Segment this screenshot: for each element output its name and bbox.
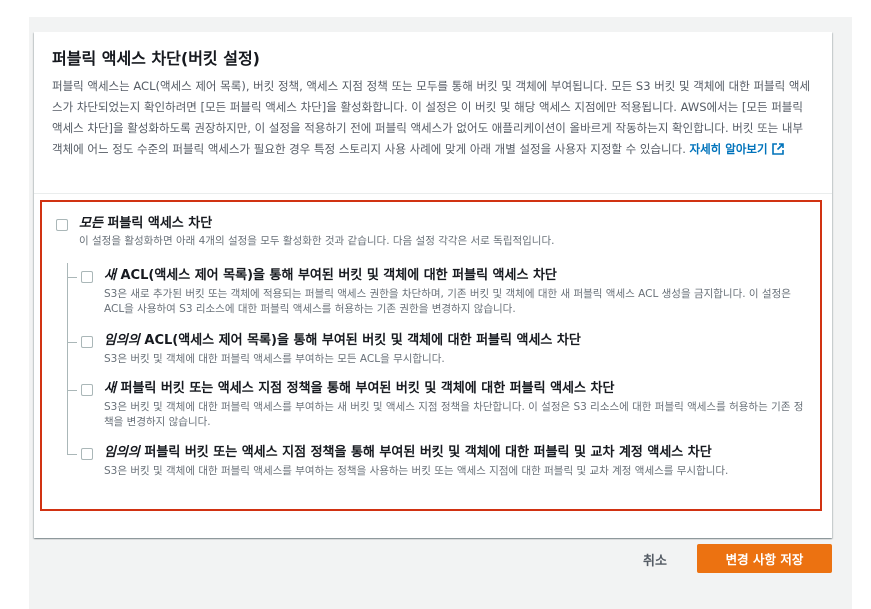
tree-branch-4 (67, 454, 77, 455)
block-new-acl-label: 새 ACL(액세스 제어 목록)을 통해 부여된 버킷 및 객체에 대한 퍼블릭… (104, 267, 557, 285)
options-tree-line (67, 263, 68, 454)
option-3-title-text: 퍼블릭 버킷 또는 액세스 지점 정책을 통해 부여된 버킷 및 객체에 대한 … (115, 381, 615, 396)
option-4-title-text: 퍼블릭 버킷 또는 액세스 지점 정책을 통해 부여된 버킷 및 객체에 대한 … (139, 445, 712, 460)
block-all-public-access-checkbox[interactable] (56, 219, 68, 231)
tree-branch-3 (67, 390, 77, 391)
block-public-access-panel: 퍼블릭 액세스 차단(버킷 설정) 퍼블릭 액세스는 ACL(액세스 제어 목록… (34, 32, 832, 538)
page-background: 퍼블릭 액세스 차단(버킷 설정) 퍼블릭 액세스는 ACL(액세스 제어 목록… (29, 17, 852, 609)
option-4-emphasis: 임의의 (104, 445, 140, 460)
header-divider (34, 193, 832, 194)
option-1-emphasis: 새 (104, 268, 116, 283)
block-new-acl-description: S3은 새로 추가된 버킷 또는 객체에 적용되는 퍼블릭 액세스 권한을 차단… (104, 288, 791, 315)
block-any-acl-label: 임의의 ACL(액세스 제어 목록)을 통해 부여된 버킷 및 객체에 대한 퍼… (104, 332, 581, 350)
save-changes-button[interactable]: 변경 사항 저장 (697, 544, 832, 573)
block-all-public-access-label: 모든 퍼블릭 액세스 차단 (79, 215, 212, 233)
block-any-policy-description: S3은 버킷 및 객체에 대한 퍼블릭 액세스를 부여하는 정책을 사용하는 버… (104, 465, 729, 477)
block-new-policy-checkbox[interactable] (81, 384, 93, 396)
block-any-acl-description: S3은 버킷 및 객체에 대한 퍼블릭 액세스를 부여하는 모든 ACL을 무시… (104, 353, 445, 365)
block-new-policy-label: 새 퍼블릭 버킷 또는 액세스 지점 정책을 통해 부여된 버킷 및 객체에 대… (104, 380, 614, 398)
tree-branch-2 (67, 342, 77, 343)
panel-header: 퍼블릭 액세스 차단(버킷 설정) 퍼블릭 액세스는 ACL(액세스 제어 목록… (52, 48, 812, 160)
block-public-access-options-highlight: 모든 퍼블릭 액세스 차단 이 설정을 활성화하면 아래 4개의 설정을 모두 … (40, 200, 822, 511)
block-all-title-text: 퍼블릭 액세스 차단 (102, 216, 213, 231)
option-2-title-text: ACL(액세스 제어 목록)을 통해 부여된 버킷 및 객체에 대한 퍼블릭 액… (139, 333, 581, 348)
option-2-emphasis: 임의의 (104, 333, 140, 348)
panel-title: 퍼블릭 액세스 차단(버킷 설정) (52, 49, 260, 68)
option-1-title-text: ACL(액세스 제어 목록)을 통해 부여된 버킷 및 객체에 대한 퍼블릭 액… (115, 268, 557, 283)
learn-more-link[interactable]: 자세히 알아보기 (690, 142, 784, 156)
panel-description: 퍼블릭 액세스는 ACL(액세스 제어 목록), 버킷 정책, 액세스 지점 정… (52, 76, 812, 160)
learn-more-label: 자세히 알아보기 (689, 142, 768, 156)
option-3-emphasis: 새 (104, 381, 116, 396)
block-all-public-access-description: 이 설정을 활성화하면 아래 4개의 설정을 모두 활성화한 것과 같습니다. … (79, 235, 555, 247)
block-new-acl-checkbox[interactable] (81, 271, 93, 283)
tree-branch-1 (67, 277, 77, 278)
block-any-acl-checkbox[interactable] (81, 336, 93, 348)
block-any-policy-label: 임의의 퍼블릭 버킷 또는 액세스 지점 정책을 통해 부여된 버킷 및 객체에… (104, 444, 712, 462)
block-new-policy-description: S3은 버킷 및 객체에 대한 퍼블릭 액세스를 부여하는 새 버킷 및 액세스… (104, 401, 804, 428)
cancel-button[interactable]: 취소 (620, 545, 690, 573)
block-any-policy-checkbox[interactable] (81, 448, 93, 460)
external-link-icon (771, 143, 784, 155)
block-all-emphasis: 모든 (79, 216, 103, 231)
